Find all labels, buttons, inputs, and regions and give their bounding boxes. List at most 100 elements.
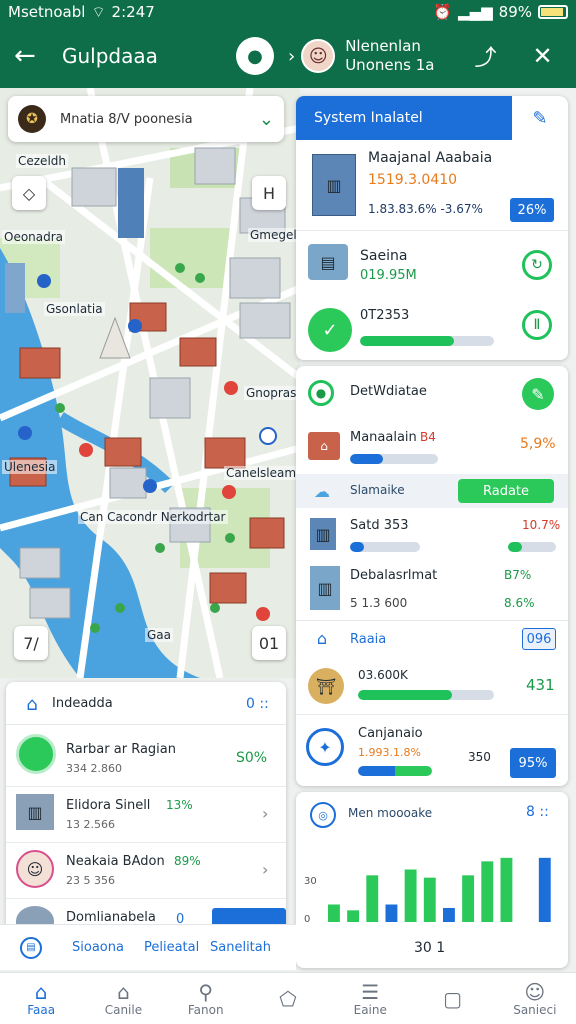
edit-icon[interactable]: ✎ [522, 378, 554, 410]
nav-item-list[interactable]: ☰ Eaine [329, 973, 411, 1024]
chart-bar [500, 857, 513, 922]
building-icon: ⌂ [117, 979, 130, 1004]
status-bar: Msetnoabl ⌔ 2:247 ⏰ ▂▄▆ 89% [0, 0, 576, 24]
chart-footer: 30 1 [414, 940, 446, 956]
zoom-button[interactable]: 01 [252, 626, 286, 660]
dev-item-badge[interactable]: 096 [522, 628, 556, 650]
nav-item-profile[interactable]: ☺ Sanieci [494, 973, 576, 1024]
check-circle-icon[interactable]: ✓ [308, 308, 352, 352]
map-label: Ulenesia [2, 460, 58, 474]
dev-item-value: 10.7% [522, 518, 561, 532]
tab-item[interactable]: Sanelitah [210, 940, 271, 955]
map-label: Cezeldh [16, 154, 68, 168]
chart-bar [347, 910, 360, 922]
chevron-down-icon[interactable]: ⌄ [259, 109, 274, 130]
tower-icon: ▥ [310, 518, 336, 550]
nav-item-shield[interactable]: ⬠ [247, 973, 329, 1024]
divider [296, 230, 568, 231]
chart-bar [404, 869, 417, 922]
carrier-label: Msetnoabl [8, 3, 86, 21]
list-item-sub: 334 2.860 [66, 762, 122, 775]
chevron-right-icon[interactable]: › [262, 860, 268, 879]
alarm-icon: ⏰ [433, 3, 453, 21]
user-subtitle: Unonens 1a [345, 56, 435, 74]
user-info: Nlenenlan Unonens 1a [345, 37, 434, 75]
tab-item[interactable]: Pelieatal [144, 940, 210, 955]
map-mode-button[interactable]: H [252, 176, 286, 210]
dev-panel: ● DetWdiatae ✎ ⌂ Manaalain B4 5,9% ☁ Sla… [296, 366, 568, 786]
row2-value: 019.95M [360, 268, 417, 283]
pin-icon[interactable]: ✎ [512, 96, 568, 140]
back-arrow-icon[interactable]: ← [14, 41, 44, 71]
chart-bar [328, 904, 340, 922]
dev-item-badge[interactable]: 95% [510, 748, 556, 778]
divider [296, 620, 568, 621]
bank-icon: ⌂ [316, 628, 328, 648]
chart-bar [538, 857, 551, 922]
dev-item-name: Raaia [350, 632, 387, 647]
skyscraper-icon: ▥ [310, 566, 340, 610]
close-icon[interactable]: ✕ [532, 42, 552, 70]
nav-label: Sanieci [513, 1002, 557, 1017]
emblem-icon: ✪ [18, 105, 46, 133]
nav-item-gallery[interactable]: ▢ [411, 973, 493, 1024]
chevron-right-icon[interactable]: › [288, 46, 295, 67]
dev-item-name: Satd 353 [350, 518, 409, 533]
map-search-bar[interactable]: ✪ Mnatia 8/V poonesia ⌄ [8, 96, 284, 142]
nav-item-buildings[interactable]: ⌂ Canile [82, 973, 164, 1024]
divider [6, 898, 286, 899]
user-name: Nlenenlan [345, 37, 421, 55]
user-location-icon[interactable]: ● [236, 37, 274, 75]
list-item-value: 89% [174, 854, 201, 868]
layers-button[interactable]: ◇ [12, 176, 46, 210]
map-label: Gmegeld [248, 228, 300, 242]
gallery-icon: ▢ [443, 986, 462, 1011]
list-panel: ⌂ Indeadda 0 :: Rarbar ar Ragian 334 2.8… [6, 682, 286, 928]
nav-item-home[interactable]: ⌂ Faaa [0, 973, 82, 1024]
user-avatar[interactable]: ☺ [301, 39, 336, 73]
dev-item-value: 350 [468, 750, 491, 764]
divider [6, 842, 286, 843]
building-value: 1519.3.0410 [368, 172, 458, 188]
divider [296, 714, 568, 715]
layers-icon: ◇ [22, 183, 36, 203]
nav-label: Faaa [27, 1002, 56, 1017]
chart-tick-label: 30 [304, 876, 317, 887]
update-button[interactable]: Radate [458, 479, 554, 503]
compass-icon[interactable]: ✦ [306, 728, 344, 766]
system-panel-header: System Inalatel ✎ [296, 96, 568, 140]
route-icon[interactable]: ⤴ [474, 40, 496, 72]
tab-icon[interactable]: ▤ [20, 936, 42, 959]
building-stats: 1.83.83.6% -3.67% [368, 202, 483, 216]
dev-item-name: Slamaike [350, 483, 405, 497]
dev-item-progress [358, 766, 432, 776]
time-label: 2:247 [111, 3, 155, 21]
dev-item-mini-bar [508, 542, 556, 552]
map-label: Canelsleam [224, 466, 299, 480]
divider [6, 724, 286, 725]
battery-label: 89% [498, 3, 532, 21]
list-icon: ☰ [361, 979, 380, 1004]
list-count: 0 :: [246, 696, 269, 712]
dev-item-sub: 5 1.3 600 [350, 596, 408, 610]
refresh-icon[interactable]: ↻ [522, 250, 552, 280]
dev-item-progress-fill [350, 454, 384, 464]
city-map[interactable]: Cezeldh Oeonadra Gmegeld Gsonlatia Gnopr… [0, 88, 300, 678]
pause-icon[interactable]: Ⅱ [522, 310, 552, 340]
chart-bar [366, 875, 379, 922]
dev-item-sub: 1.993.1.8% [358, 746, 421, 759]
map-label: Oeonadra [2, 230, 66, 244]
nav-label: Eaine [353, 1002, 387, 1017]
compass-button[interactable]: 7/ [14, 626, 48, 660]
target-icon: ◎ [310, 802, 336, 828]
nav-item-search[interactable]: ⚲ Fanon [165, 973, 247, 1024]
chart-panel: ◎ Men moooake 8 :: 30 0 30 1 [296, 792, 568, 968]
dev-item-progress [350, 542, 420, 552]
tab-bar: ▤ Sioaona Pelieatal Sanelitah [0, 924, 296, 970]
bar-chart: 30 0 [304, 857, 551, 925]
dev-item-name: Manaalain [350, 430, 417, 445]
tab-item[interactable]: Sioaona [72, 940, 144, 955]
dev-item-value: 431 [526, 676, 555, 694]
chevron-right-icon[interactable]: › [262, 804, 268, 823]
building-badge[interactable]: 26% [510, 198, 554, 222]
